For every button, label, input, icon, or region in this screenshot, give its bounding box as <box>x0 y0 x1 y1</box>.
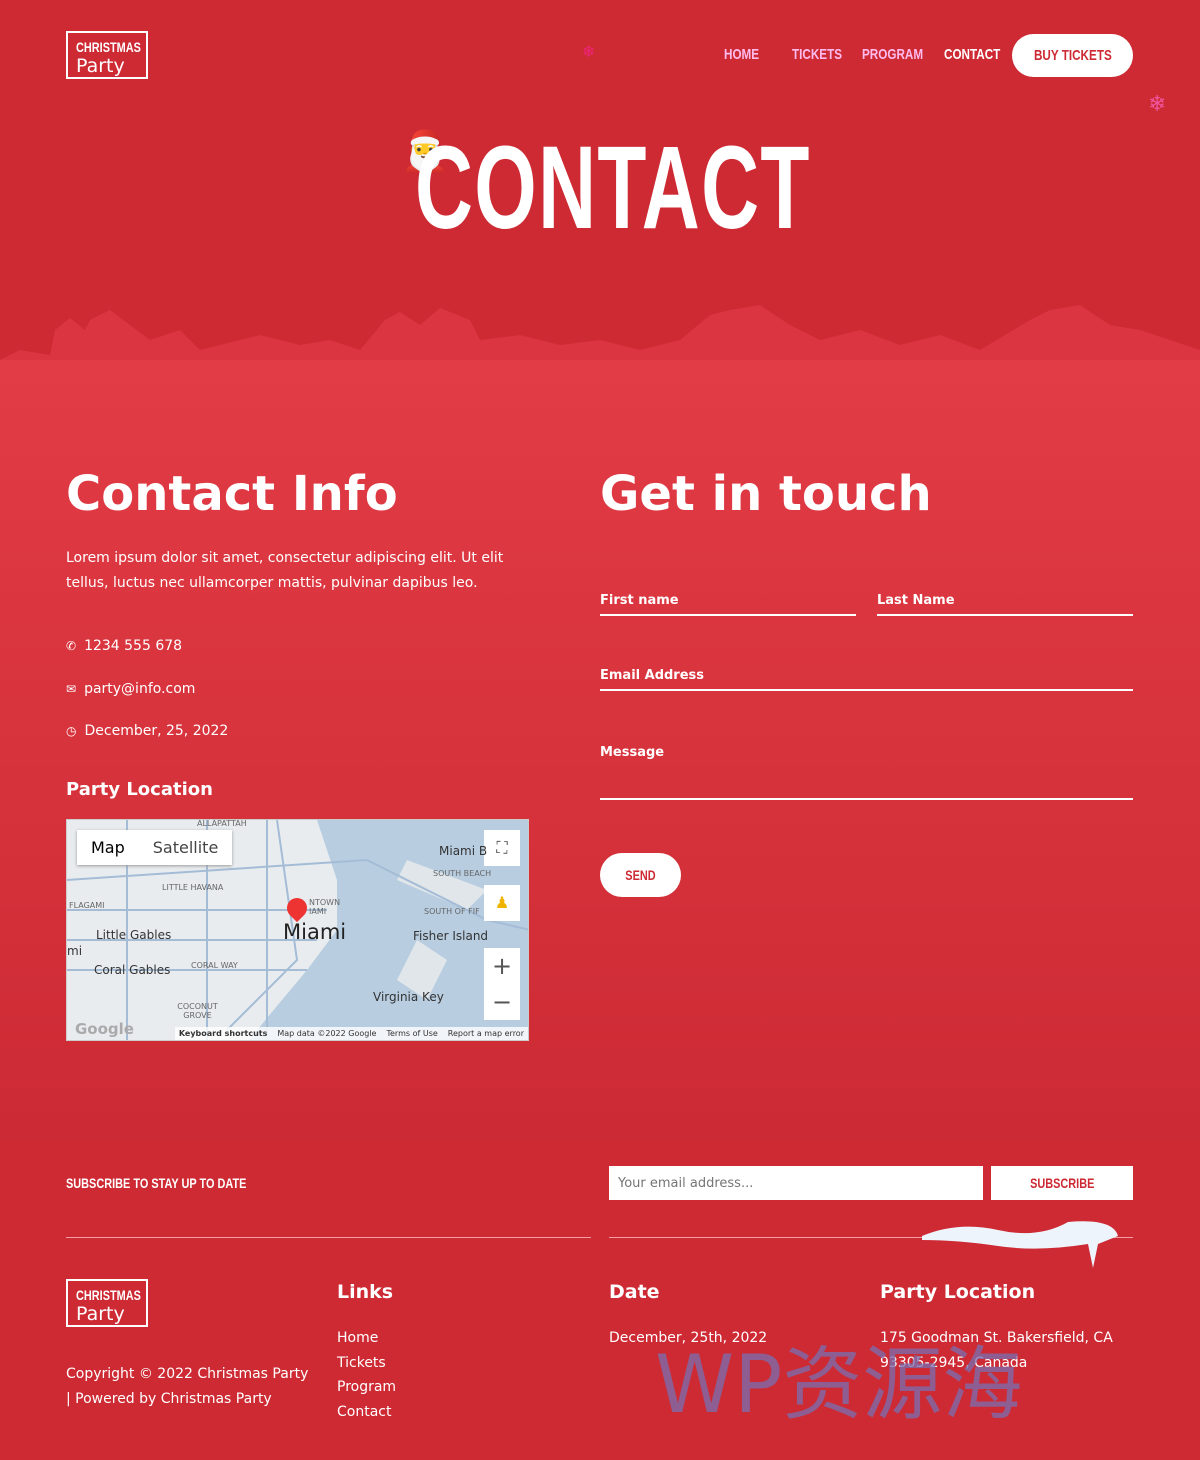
snowflake-icon: ❄ <box>582 42 596 61</box>
watermark: WP资源海 <box>655 1338 1023 1431</box>
map-label: NTOWN IAMI <box>309 898 341 916</box>
map-label: Virginia Key <box>373 990 444 1004</box>
footer-link-contact[interactable]: Contact <box>337 1400 391 1425</box>
map-label: FLAGAMI <box>69 901 105 910</box>
email-label: Email Address <box>600 668 705 683</box>
phone-text: 1234 555 678 <box>84 638 183 654</box>
first-name-input[interactable]: First name <box>600 593 856 616</box>
footer-link-home[interactable]: Home <box>337 1326 378 1351</box>
nav-program[interactable]: PROGRAM <box>862 46 926 63</box>
footer-logo[interactable]: CHRISTMAS Party <box>66 1279 148 1327</box>
clock-icon: ◷ <box>66 724 77 738</box>
links-heading: Links <box>337 1281 394 1303</box>
logo-line2: Party <box>76 55 125 77</box>
subscribe-button[interactable]: SUBSCRIBE <box>991 1166 1133 1200</box>
first-name-label: First name <box>600 593 679 608</box>
map-label: mi <box>67 944 83 958</box>
phone-icon: ✆ <box>66 639 77 653</box>
map-label: Fisher Island <box>413 929 489 943</box>
zoom-out-button[interactable]: − <box>484 984 520 1020</box>
divider <box>66 1237 591 1238</box>
email-input[interactable]: Email Address <box>600 668 1133 691</box>
footer-link-tickets[interactable]: Tickets <box>337 1351 386 1376</box>
main-nav: HOME TICKETS PROGRAM CONTACT <box>724 46 1012 63</box>
hero: CHRISTMAS Party ❄ ❄ HOME TICKETS PROGRAM … <box>0 0 1200 380</box>
footer-location-heading: Party Location <box>880 1281 1036 1303</box>
map-footer: Keyboard shortcuts Map data ©2022 Google… <box>174 1027 528 1040</box>
send-button[interactable]: SEND <box>600 853 681 897</box>
message-label: Message <box>600 745 665 760</box>
date-item: ◷ December, 25, 2022 <box>66 723 228 739</box>
subscribe-button-label: SUBSCRIBE <box>1029 1175 1095 1191</box>
message-textarea[interactable]: Message <box>600 745 1133 800</box>
last-name-input[interactable]: Last Name <box>877 593 1133 616</box>
map-type-control: Map Satellite <box>77 830 233 865</box>
contact-info-heading: Contact Info <box>66 466 398 522</box>
footer-link-program[interactable]: Program <box>337 1375 396 1400</box>
map-city-label: Miami <box>283 920 347 944</box>
map-label: CORAL WAY <box>191 961 238 970</box>
send-label: SEND <box>625 867 656 883</box>
copyright-text: Copyright © 2022 Christmas Party | Power… <box>66 1366 309 1407</box>
footer-logo-line1: CHRISTMAS <box>76 1287 141 1303</box>
map-label: SOUTH BEACH <box>433 869 492 878</box>
buy-tickets-button[interactable]: BUY TICKETS <box>1012 34 1133 77</box>
date-text: December, 25, 2022 <box>84 723 229 739</box>
map-label: Miami B <box>439 844 488 858</box>
pegman-icon[interactable]: ♟ <box>484 885 520 921</box>
logo-line1: CHRISTMAS <box>76 39 141 55</box>
phone-item: ✆ 1234 555 678 <box>66 638 182 654</box>
keyboard-shortcuts-link[interactable]: Keyboard shortcuts <box>179 1029 268 1038</box>
map-label: SOUTH OF FIF <box>424 907 480 916</box>
map-label: Coral Gables <box>94 963 171 977</box>
fullscreen-icon[interactable]: ⛶ <box>484 830 520 866</box>
last-name-label: Last Name <box>877 593 955 608</box>
map-label: COCONUT GROVE <box>177 1002 218 1020</box>
terms-link[interactable]: Terms of Use <box>386 1029 437 1038</box>
nav-contact[interactable]: CONTACT <box>944 46 1000 63</box>
subscribe-email-input[interactable] <box>609 1166 983 1200</box>
map-tab-map[interactable]: Map <box>77 830 139 865</box>
buy-tickets-label: BUY TICKETS <box>1033 47 1112 64</box>
party-location-heading: Party Location <box>66 779 213 800</box>
email-item: ✉ party@info.com <box>66 681 195 697</box>
google-logo: Google <box>75 1020 134 1038</box>
date-heading: Date <box>609 1281 660 1303</box>
map-tab-satellite[interactable]: Satellite <box>139 830 233 865</box>
contact-description: Lorem ipsum dolor sit amet, consectetur … <box>66 550 504 591</box>
email-text: party@info.com <box>84 681 196 697</box>
footer-logo-line2: Party <box>76 1303 125 1325</box>
report-error-link[interactable]: Report a map error <box>448 1029 524 1038</box>
get-in-touch-heading: Get in touch <box>600 466 932 522</box>
map-data-text: Map data ©2022 Google <box>277 1029 377 1038</box>
map-label: ALLAPATTAH <box>197 819 247 828</box>
logo[interactable]: CHRISTMAS Party <box>66 31 148 79</box>
map-label: LITTLE HAVANA <box>162 883 224 892</box>
nav-home[interactable]: HOME <box>724 46 777 63</box>
map-label: Little Gables <box>96 928 172 942</box>
zoom-in-button[interactable]: + <box>484 948 520 984</box>
snow-decoration <box>922 1221 1118 1268</box>
snowflake-icon: ❄ <box>1148 92 1167 117</box>
subscribe-label: SUBSCRIBE TO STAY UP TO DATE <box>66 1175 247 1191</box>
google-map[interactable]: Map Satellite ⛶ ♟ + − Miami ALLAPATTAH L… <box>66 819 529 1041</box>
nav-tickets[interactable]: TICKETS <box>792 46 847 63</box>
envelope-icon: ✉ <box>66 682 77 696</box>
page-title: CONTACT <box>415 122 811 254</box>
